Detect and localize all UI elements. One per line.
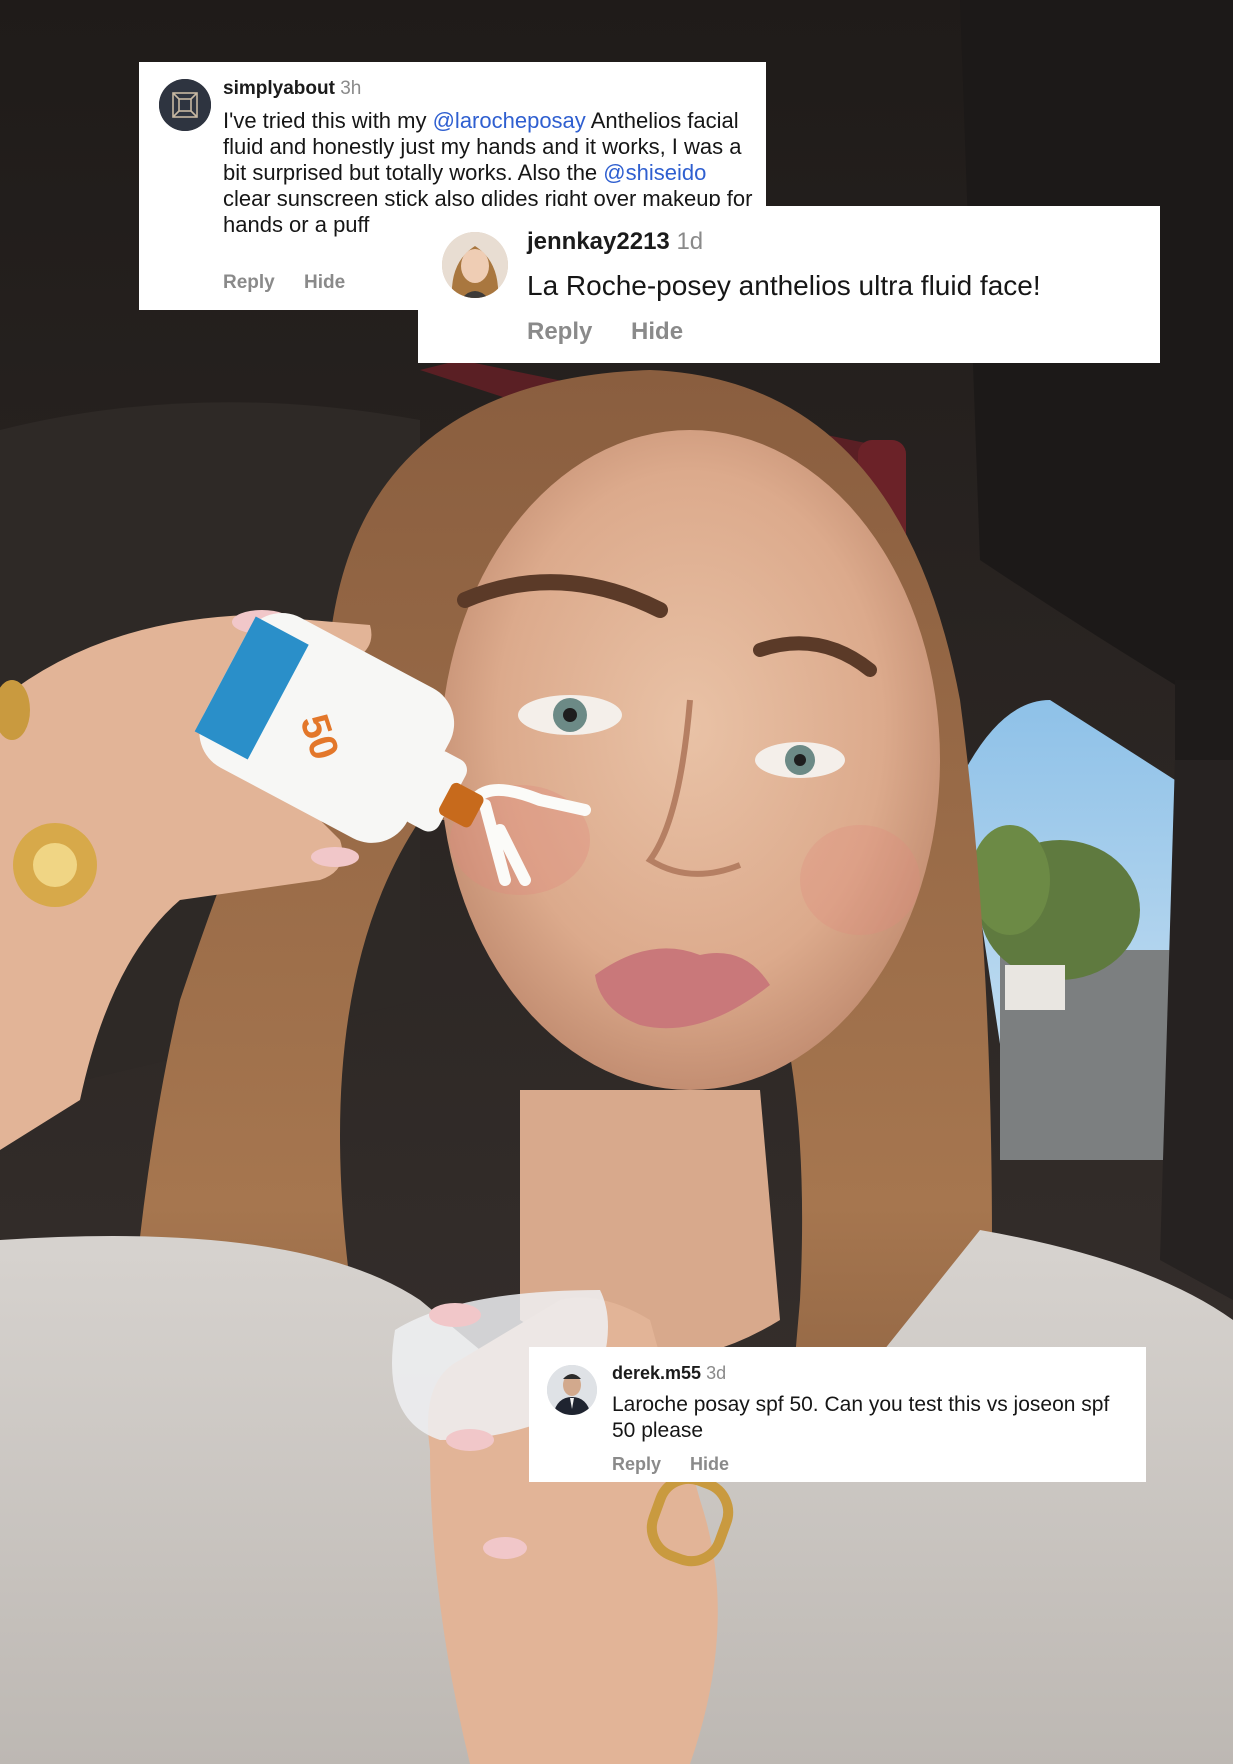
comment-username[interactable]: simplyabout <box>223 78 335 99</box>
suit-portrait-avatar-icon <box>547 1365 597 1415</box>
avatar[interactable] <box>442 232 508 298</box>
comment-card-jennkay2213: jennkay2213 1d La Roche-posey anthelios … <box>418 206 1160 363</box>
avatar[interactable] <box>547 1365 597 1415</box>
hide-button[interactable]: Hide <box>304 272 345 294</box>
avatar[interactable] <box>159 79 211 131</box>
comment-timestamp: 1d <box>676 228 704 255</box>
comment-username[interactable]: jennkay2213 <box>527 228 670 255</box>
reply-button[interactable]: Reply <box>527 318 592 346</box>
comment-timestamp: 3h <box>340 78 362 99</box>
hide-button[interactable]: Hide <box>631 318 683 346</box>
mention-link[interactable]: @larocheposay <box>433 108 586 133</box>
portrait-avatar-icon <box>442 232 508 298</box>
comment-text: Laroche posay spf 50. Can you test this … <box>612 1393 1110 1442</box>
hypercube-avatar-icon <box>159 79 211 131</box>
comment-text: La Roche-posey anthelios ultra fluid fac… <box>527 270 1041 301</box>
comment-timestamp: 3d <box>706 1363 727 1383</box>
reply-button[interactable]: Reply <box>612 1454 661 1475</box>
mention-link[interactable]: @shiseido <box>603 160 706 185</box>
comment-username[interactable]: derek.m55 <box>612 1363 701 1383</box>
comment-card-derek-m55: derek.m55 3d Laroche posay spf 50. Can y… <box>529 1347 1146 1482</box>
hide-button[interactable]: Hide <box>690 1454 729 1475</box>
reply-button[interactable]: Reply <box>223 272 275 294</box>
